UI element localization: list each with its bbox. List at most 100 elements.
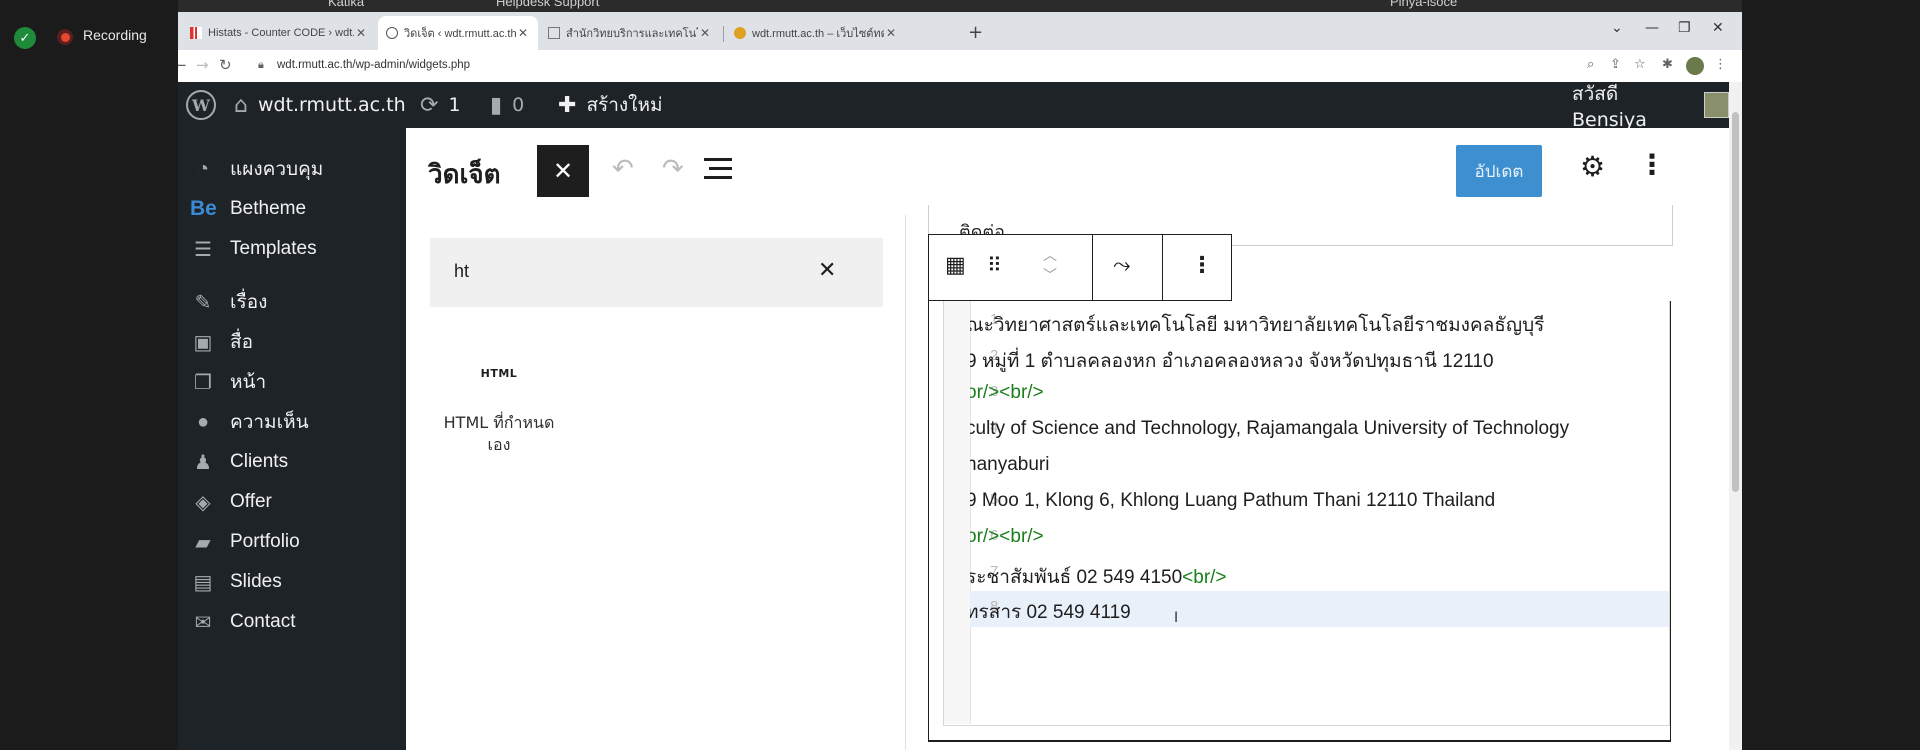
widgets-editor-header: วิดเจ็ต ✕ ↶ ↷ อัปเดต ⚙ ⋮	[406, 128, 1729, 216]
minimize-button[interactable]: —	[1645, 20, 1659, 36]
plus-icon: ✚	[558, 92, 577, 118]
page-scrollbar[interactable]	[1729, 82, 1742, 750]
custom-html-block: 1 ณะวิทยาศาสตร์และเทคโนโลยี มหาวิทยาลัยเ…	[928, 301, 1671, 741]
drag-handle-icon[interactable]: ⠿	[987, 253, 1002, 277]
close-inserter-button[interactable]: ✕	[537, 145, 589, 197]
code-text: culty of Science and Technology, Rajaman…	[970, 418, 1570, 439]
sidebar-item-templates[interactable]: ☰ Templates	[178, 229, 406, 269]
share-icon[interactable]: ⇪	[1610, 57, 1621, 72]
block-search: ✕	[430, 238, 883, 307]
sidebar-item-contact[interactable]: ✉ Contact	[178, 602, 406, 642]
html-code-editor[interactable]: 1 ณะวิทยาศาสตร์และเทคโนโลยี มหาวิทยาลัยเ…	[943, 301, 1670, 726]
code-line[interactable]: hanyaburi	[970, 448, 1669, 484]
updates-count: 1	[448, 94, 461, 116]
sidebar-item-comments[interactable]: ● ความเห็น	[178, 402, 406, 442]
code-line[interactable]: 2 9 หมู่ที่ 1 ตำบลคลองหก อำเภอคลองหลวง จ…	[970, 340, 1669, 376]
zoom-icon[interactable]: ⌕	[1587, 57, 1594, 72]
clients-icon: ♟	[194, 451, 212, 474]
url-field[interactable]: wdt.rmutt.ac.th/wp-admin/widgets.php	[277, 59, 470, 71]
code-line[interactable]: 4 culty of Science and Technology, Rajam…	[970, 412, 1669, 448]
profile-avatar[interactable]	[1686, 57, 1704, 75]
close-tab-icon[interactable]: ✕	[884, 26, 898, 40]
code-text: 9 หมู่ที่ 1 ตำบลคลองหก อำเภอคลองหลวง จัง…	[970, 351, 1494, 372]
sidebar-item-label: Clients	[230, 451, 289, 472]
browser-tab[interactable]: Histats - Counter CODE › wdt.m ✕	[182, 16, 376, 50]
new-tab-button[interactable]: +	[968, 22, 983, 43]
code-text: ณะวิทยาศาสตร์และเทคโนโลยี มหาวิทยาลัยเทค…	[970, 315, 1545, 336]
sidebar-item-portfolio[interactable]: ▰ Portfolio	[178, 522, 406, 562]
calendar-icon[interactable]: ▦	[945, 253, 966, 278]
page-title: วิดเจ็ต	[428, 160, 501, 190]
sidebar-item-label: Contact	[230, 611, 296, 632]
code-line[interactable]: 3 or/><br/>	[970, 376, 1669, 412]
browser-tab[interactable]: สำนักวิทยบริการและเทคโนโลยีสารสนเ ✕	[540, 16, 720, 50]
code-line[interactable]: 6 or/><br/>	[970, 520, 1669, 556]
list-view-icon[interactable]	[704, 158, 732, 185]
wp-admin-bar: W ⌂ wdt.rmutt.ac.th ⟳ 1 ▮ 0 ✚ สร้างใหม่ …	[178, 82, 1729, 131]
sidebar-item-label: Offer	[230, 491, 272, 512]
record-icon[interactable]	[57, 29, 73, 45]
comments-link[interactable]: ▮ 0	[490, 82, 524, 128]
forward-icon[interactable]: →	[196, 56, 209, 74]
toolbar-divider	[1092, 235, 1093, 300]
sidebar-item-slides[interactable]: ▤ Slides	[178, 562, 406, 602]
sidebar-item-betheme[interactable]: Be Betheme	[178, 189, 406, 229]
gear-icon[interactable]: ⚙	[1580, 150, 1605, 183]
wordpress-logo[interactable]: W	[186, 82, 216, 128]
media-icon: ▣	[193, 331, 213, 354]
update-button[interactable]: อัปเดต	[1456, 145, 1542, 197]
bookmark-star-icon[interactable]: ☆	[1634, 57, 1646, 72]
clear-search-icon[interactable]: ✕	[818, 258, 836, 283]
transform-icon[interactable]: ⤳	[1113, 253, 1131, 278]
new-content-link[interactable]: ✚ สร้างใหม่	[558, 82, 663, 128]
site-name: wdt.rmutt.ac.th	[257, 94, 406, 116]
sidebar-item-media[interactable]: ▣ สื่อ	[178, 322, 406, 362]
my-account-link[interactable]: สวัสดี Bensiya	[1572, 82, 1729, 131]
scrollbar-thumb[interactable]	[1732, 112, 1739, 492]
more-options-icon[interactable]: ⋮	[1638, 148, 1666, 181]
code-line[interactable]: 7 ระชาสัมพันธ์ 02 549 4150<br/>	[970, 556, 1669, 592]
updates-link[interactable]: ⟳ 1	[420, 82, 461, 128]
browser-menu-icon[interactable]: ⋮	[1714, 57, 1727, 72]
code-line[interactable]: 1 ณะวิทยาศาสตร์และเทคโนโลยี มหาวิทยาลัยเ…	[970, 304, 1669, 340]
tab-search-icon[interactable]: ⌄	[1611, 20, 1623, 36]
reload-icon[interactable]: ↻	[219, 56, 232, 74]
sidebar-item-posts[interactable]: ✎ เรื่อง	[178, 282, 406, 322]
close-tab-icon[interactable]: ✕	[516, 26, 530, 40]
code-line[interactable]: 5 9 Moo 1, Klong 6, Khlong Luang Pathum …	[970, 484, 1669, 520]
back-icon[interactable]: ←	[178, 56, 187, 74]
browser-tab[interactable]: wdt.rmutt.ac.th – เว็บไซต์ทดสอบระ ✕	[726, 16, 906, 50]
sidebar-item-pages[interactable]: ❐ หน้า	[178, 362, 406, 402]
editor-canvas: ติดต่อ ▦ ⠿ ︿ ﹀ ⤳ ⋮ 1 ณะวิทยาศาสตร์และเทคโ…	[906, 205, 1729, 750]
sidebar-item-clients[interactable]: ♟ Clients	[178, 442, 406, 482]
text-cursor-icon: I	[1174, 610, 1179, 626]
close-window-button[interactable]: ✕	[1712, 20, 1724, 36]
custom-html-block-item[interactable]: HTML HTML ที่กำหนดเอง	[434, 355, 564, 465]
site-name-link[interactable]: ⌂ wdt.rmutt.ac.th	[234, 82, 406, 128]
close-tab-icon[interactable]: ✕	[698, 26, 712, 40]
undo-icon[interactable]: ↶	[612, 154, 634, 184]
lock-icon[interactable]: 🔒︎	[258, 58, 264, 72]
code-tag: <br/>	[999, 526, 1044, 547]
code-text: ทรสาร 02 549 4119	[970, 602, 1131, 623]
code-text: hanyaburi	[970, 454, 1050, 475]
site-logo-icon	[734, 27, 746, 39]
tab-title: Histats - Counter CODE › wdt.m	[208, 27, 354, 39]
dashboard-icon: ◔	[196, 157, 210, 180]
recording-overlay: ✓ Recording	[0, 0, 178, 750]
search-input[interactable]	[452, 260, 816, 283]
admin-sidebar: ◔ แผงควบคุม Be Betheme ☰ Templates ✎ เรื…	[178, 128, 406, 750]
extensions-icon[interactable]: ✱	[1662, 57, 1673, 72]
restore-button[interactable]: ❐	[1678, 20, 1691, 36]
sidebar-item-dashboard[interactable]: ◔ แผงควบคุม	[178, 149, 406, 189]
browser-tab-active[interactable]: วิดเจ็ต ‹ wdt.rmutt.ac.th — WordP ✕	[378, 16, 538, 50]
move-up-down[interactable]: ︿ ﹀	[1043, 246, 1057, 286]
sidebar-item-offer[interactable]: ◈ Offer	[178, 482, 406, 522]
peek-tab: Katika	[328, 0, 365, 9]
code-line-active[interactable]: 8 ทรสาร 02 549 4119	[970, 591, 1669, 627]
block-options-icon[interactable]: ⋮	[1191, 253, 1213, 278]
redo-icon[interactable]: ↷	[662, 154, 684, 184]
code-text: or/>	[970, 526, 1000, 547]
close-tab-icon[interactable]: ✕	[354, 26, 368, 40]
toolbar-divider	[1162, 235, 1163, 300]
